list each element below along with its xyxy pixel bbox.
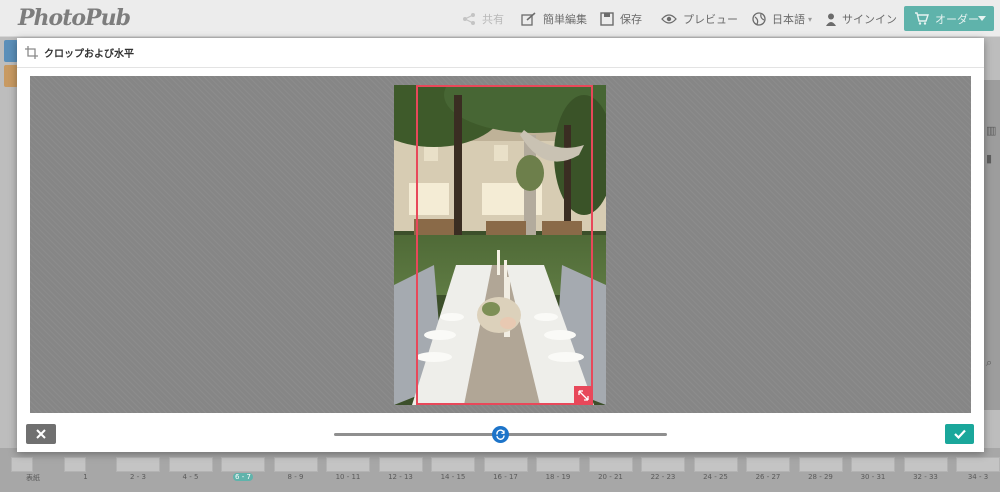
page-thumbnail[interactable] [326,457,370,472]
rotate-icon [496,429,505,440]
order-button[interactable]: オーダー [904,6,994,31]
page-number-label: 2 - 3 [130,473,146,481]
page-number-label: 18 - 19 [545,473,571,481]
left-panel-tab-2[interactable] [4,65,18,87]
crop-dialog-title: クロップおよび水平 [44,49,134,60]
page-thumbnail[interactable] [851,457,895,472]
save-icon [600,12,614,26]
user-icon [826,13,836,26]
page-thumbnail[interactable] [588,457,633,472]
check-icon [953,429,966,439]
chevron-down-icon: ▾ [808,14,813,24]
layout-icon[interactable]: ▥ [986,124,998,137]
page-number-label: 32 - 33 [913,473,938,481]
page-number-label: 1 [83,473,88,481]
zoom-icon[interactable]: ⌕ [986,356,998,369]
page-thumbnail[interactable] [221,457,265,472]
save-button[interactable]: 保存 [600,10,642,28]
app-logo[interactable]: PhotoPub [18,5,131,31]
page-number-label: 10 - 11 [335,473,361,481]
page-number-label: 表紙 [26,474,40,482]
share-label: 共有 [482,13,504,26]
easy-edit-button[interactable]: 簡単編集 [521,10,587,28]
share-icon [463,13,475,25]
page-number-label: 20 - 21 [598,473,623,481]
signin-button[interactable]: サインイン [826,10,897,28]
page-number-label: 16 - 17 [493,473,518,481]
page-thumbnail[interactable] [956,457,1000,472]
page-thumbnail[interactable] [431,457,475,472]
preview-label: プレビュー [683,13,738,26]
resize-arrows-icon [578,390,589,401]
confirm-button[interactable] [945,424,974,444]
order-label: オーダー [935,12,979,26]
page-number-label: 14 - 15 [440,473,466,481]
easy-edit-label: 簡単編集 [543,13,587,26]
save-label: 保存 [620,13,642,26]
caret-down-icon [978,16,986,21]
page-number-label: 34 - 3 [967,473,989,481]
language-select[interactable]: 日本語 ▾ [752,10,812,28]
page-number-label: 28 - 29 [808,473,833,481]
photo-wedding-table [394,85,606,405]
page-thumbnail[interactable] [11,457,33,472]
page-thumbnail[interactable] [116,457,160,472]
crop-resize-handle[interactable] [574,386,593,405]
page-number-label: 8 - 9 [287,473,304,481]
page-number-label: 4 - 5 [182,473,199,481]
page-number-label: 26 - 27 [755,473,781,481]
crop-icon [25,46,38,59]
close-button[interactable] [26,424,56,444]
rotation-slider-thumb[interactable] [492,426,509,443]
trash-icon[interactable]: ▮ [986,152,998,165]
page-thumbnail[interactable] [273,457,318,472]
language-label: 日本語 [772,13,805,26]
page-thumbnail[interactable] [483,457,528,472]
cart-icon [915,12,929,25]
page-thumbnail[interactable] [798,457,843,472]
page-thumbnail[interactable] [903,457,948,472]
share-button[interactable]: 共有 [462,10,504,28]
crop-dialog: クロップおよび水平 [17,38,984,452]
crop-dialog-header: クロップおよび水平 [17,38,984,68]
crop-frame[interactable] [416,85,593,405]
preview-button[interactable]: プレビュー [661,10,738,28]
page-thumbnail-strip: 表紙 1 2 - 3 4 - 5 6 - 7 8 - 9 10 - 11 12 - 13 14 … [0,448,1000,492]
page-number-label: 30 - 31 [860,473,886,481]
page-number-label: 6 - 7 [233,473,253,481]
page-thumbnail[interactable] [746,457,790,472]
page-number-label: 22 - 23 [650,473,676,481]
close-icon [36,429,46,439]
edit-icon [521,12,536,26]
page-number-label: 24 - 25 [703,473,728,481]
app-header: PhotoPub 共有 簡単編集 保存 プレビュー 日本語 ▾ サインイン オー… [0,0,1000,37]
page-thumbnail[interactable] [378,457,423,472]
page-thumbnail[interactable] [168,457,213,472]
globe-icon [752,12,766,26]
page-thumbnail[interactable] [641,457,685,472]
left-panel-tab-1[interactable] [4,40,18,62]
crop-canvas [30,76,971,413]
page-thumbnail[interactable] [693,457,738,472]
signin-label: サインイン [842,13,897,26]
page-thumbnail[interactable] [536,457,580,472]
eye-icon [661,14,677,24]
page-thumbnail[interactable] [63,457,86,472]
page-number-label: 12 - 13 [388,473,413,481]
